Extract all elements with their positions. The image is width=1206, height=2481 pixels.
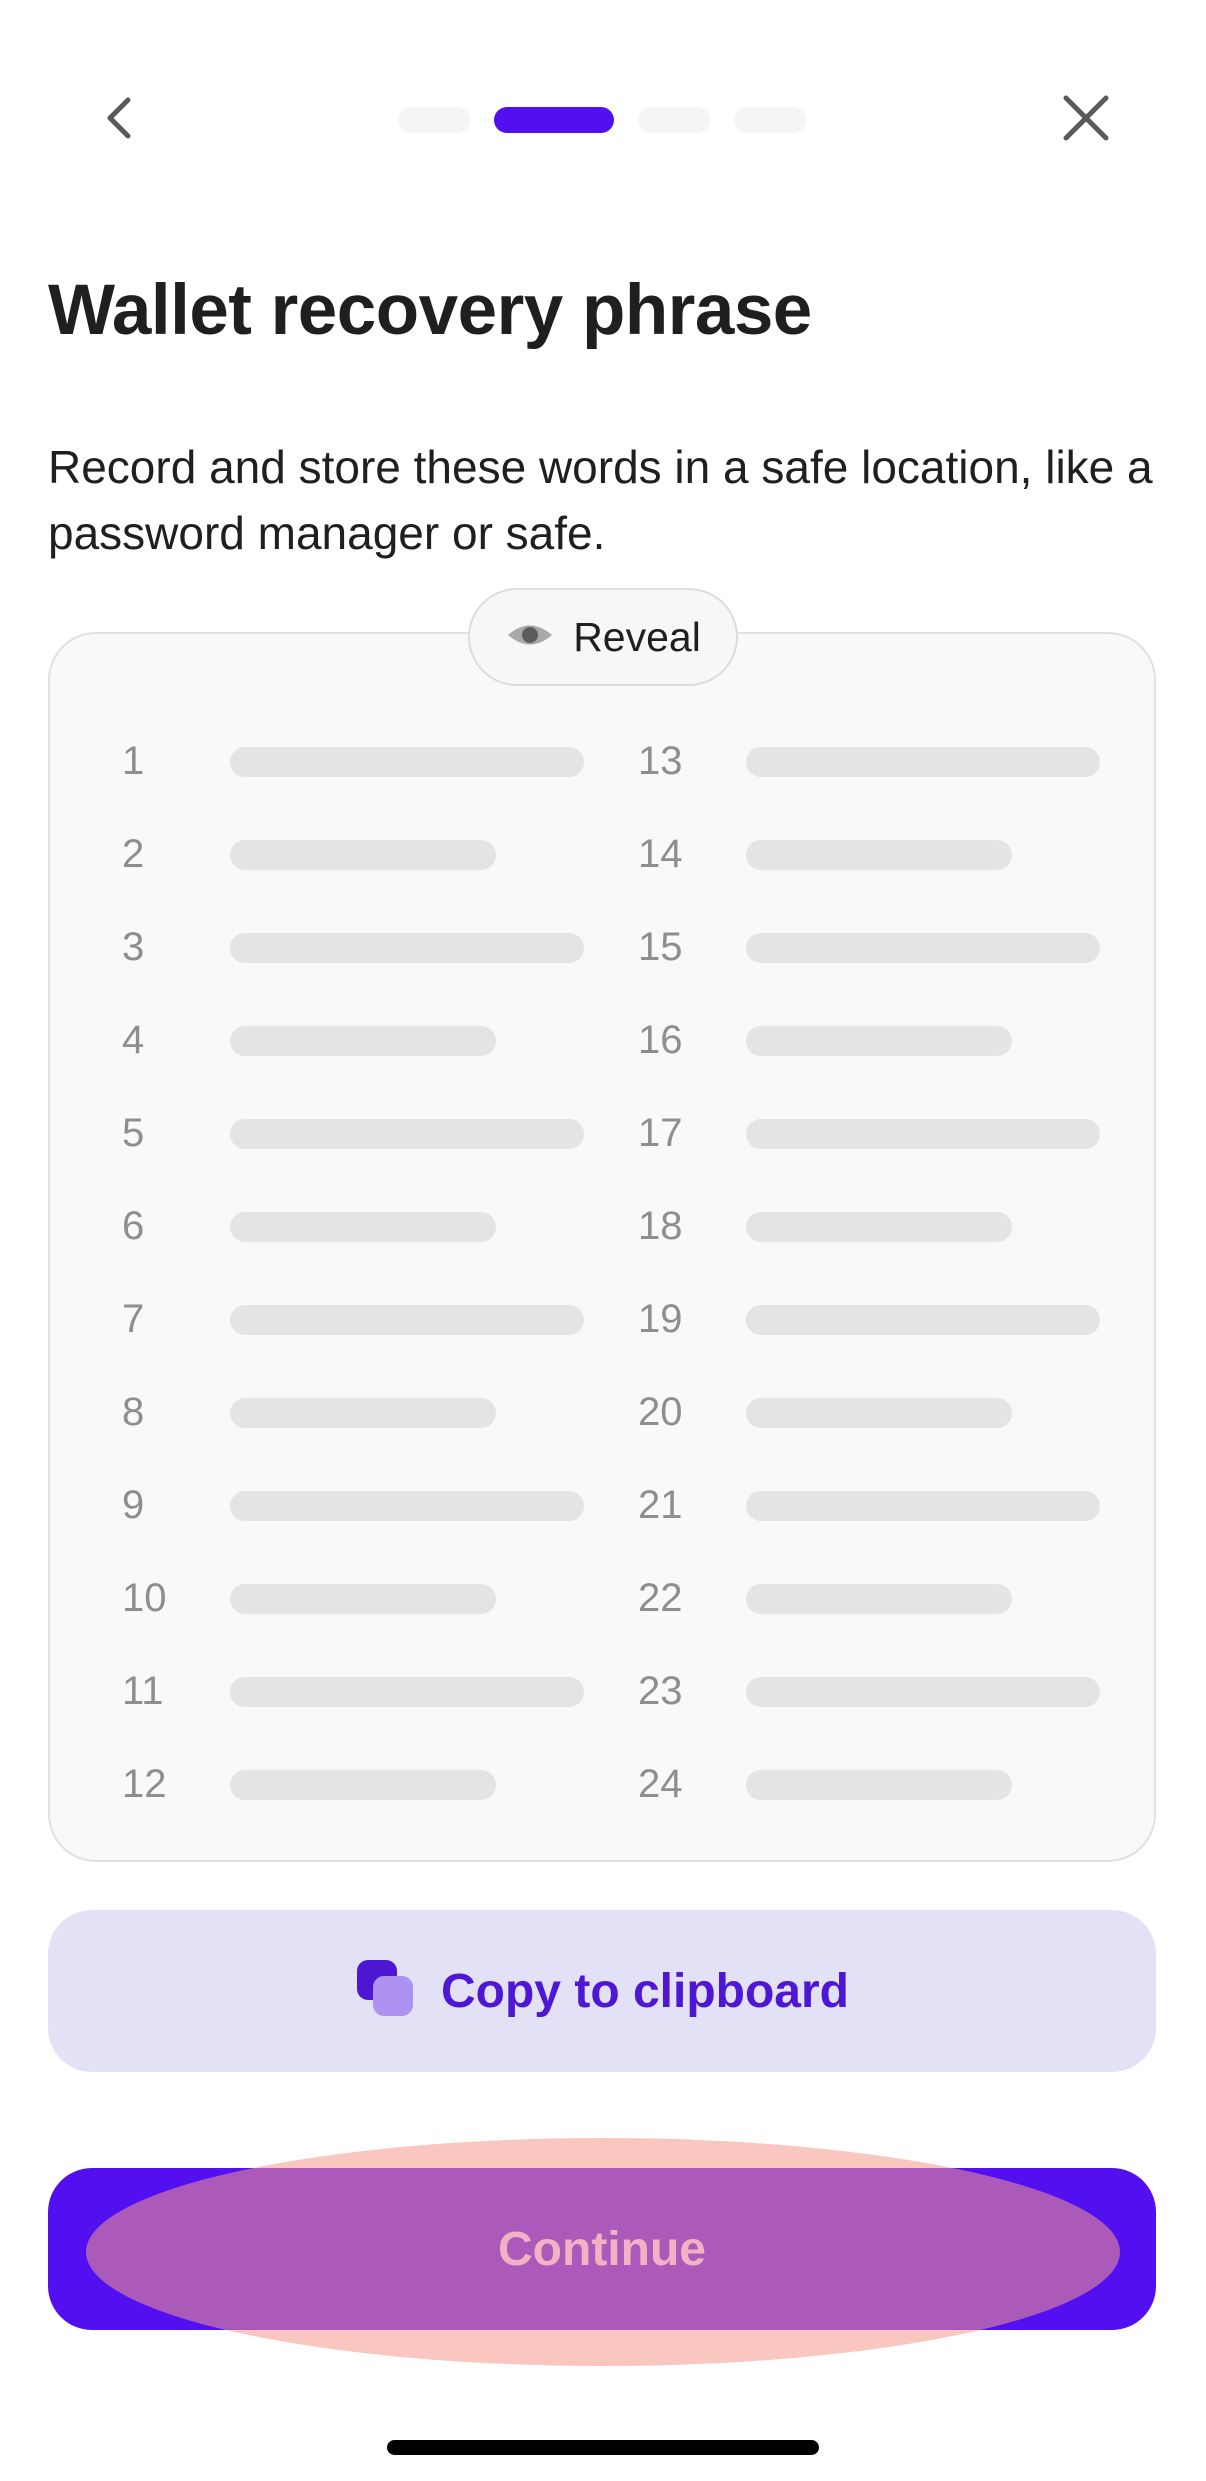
- progress-step: [638, 107, 710, 133]
- masked-word-placeholder: [746, 1398, 1012, 1428]
- copy-to-clipboard-label: Copy to clipboard: [441, 1964, 849, 2018]
- word-number: 8: [122, 1390, 145, 1434]
- masked-word-placeholder: [746, 1770, 1012, 1800]
- word-number: 9: [122, 1483, 145, 1527]
- masked-word-placeholder: [230, 1584, 496, 1614]
- masked-word-placeholder: [230, 1398, 496, 1428]
- recovery-word-row: 19: [638, 1289, 1100, 1349]
- recovery-word-row: 22: [638, 1568, 1098, 1628]
- copy-icon: [355, 1958, 417, 2025]
- word-number: 18: [638, 1204, 683, 1248]
- word-number: 6: [122, 1204, 145, 1248]
- word-number: 2: [122, 832, 145, 876]
- masked-word-placeholder: [230, 1770, 496, 1800]
- masked-word-placeholder: [230, 1212, 496, 1242]
- word-number: 22: [638, 1576, 683, 1620]
- word-number: 1: [122, 739, 145, 783]
- masked-word-placeholder: [746, 840, 1012, 870]
- masked-word-placeholder: [746, 1491, 1100, 1521]
- recovery-word-row: 15: [638, 917, 1100, 977]
- progress-stepper: [0, 107, 1206, 133]
- word-number: 10: [122, 1576, 167, 1620]
- word-number: 11: [122, 1669, 164, 1713]
- masked-word-placeholder: [230, 1026, 496, 1056]
- recovery-word-row: 20: [638, 1382, 1098, 1442]
- page-title: Wallet recovery phrase: [48, 271, 812, 350]
- recovery-word-row: 11: [122, 1661, 584, 1721]
- word-number: 5: [122, 1111, 145, 1155]
- progress-step-active: [494, 107, 614, 133]
- recovery-word-row: 14: [638, 824, 1098, 884]
- word-number: 23: [638, 1669, 683, 1713]
- masked-word-placeholder: [746, 933, 1100, 963]
- recovery-word-row: 17: [638, 1103, 1100, 1163]
- recovery-word-row: 7: [122, 1289, 584, 1349]
- word-number: 3: [122, 925, 145, 969]
- eye-icon: [505, 620, 555, 655]
- masked-word-placeholder: [230, 840, 496, 870]
- word-number: 16: [638, 1018, 683, 1062]
- recovery-word-row: 24: [638, 1754, 1098, 1814]
- reveal-label: Reveal: [573, 613, 701, 660]
- recovery-word-row: 4: [122, 1010, 582, 1070]
- masked-word-placeholder: [746, 1584, 1012, 1614]
- word-number: 19: [638, 1297, 683, 1341]
- masked-word-placeholder: [746, 1677, 1100, 1707]
- recovery-word-row: 12: [122, 1754, 582, 1814]
- recovery-word-row: 3: [122, 917, 584, 977]
- recovery-word-row: 5: [122, 1103, 584, 1163]
- masked-word-placeholder: [230, 1305, 584, 1335]
- progress-step: [734, 107, 806, 133]
- masked-word-placeholder: [230, 1119, 584, 1149]
- recovery-word-row: 2: [122, 824, 582, 884]
- word-number: 20: [638, 1390, 683, 1434]
- close-button[interactable]: [1050, 88, 1122, 152]
- masked-word-placeholder: [230, 747, 584, 777]
- recovery-word-row: 21: [638, 1475, 1100, 1535]
- masked-word-placeholder: [746, 1305, 1100, 1335]
- word-number: 15: [638, 925, 683, 969]
- reveal-button[interactable]: Reveal: [468, 588, 738, 686]
- masked-word-placeholder: [746, 1026, 1012, 1056]
- word-number: 24: [638, 1762, 683, 1806]
- word-number: 14: [638, 832, 683, 876]
- masked-word-placeholder: [746, 1212, 1012, 1242]
- word-number: 12: [122, 1762, 167, 1806]
- recovery-word-row: 10: [122, 1568, 582, 1628]
- word-number: 4: [122, 1018, 145, 1062]
- home-indicator: [387, 2440, 819, 2455]
- masked-word-placeholder: [230, 1677, 584, 1707]
- recovery-word-row: 9: [122, 1475, 584, 1535]
- word-number: 17: [638, 1111, 683, 1155]
- masked-word-placeholder: [230, 933, 584, 963]
- recovery-word-row: 8: [122, 1382, 582, 1442]
- masked-word-placeholder: [746, 1119, 1100, 1149]
- word-number: 7: [122, 1297, 145, 1341]
- recovery-word-row: 23: [638, 1661, 1100, 1721]
- recovery-word-row: 16: [638, 1010, 1098, 1070]
- recovery-word-row: 13: [638, 731, 1100, 791]
- recovery-word-row: 6: [122, 1196, 582, 1256]
- page-description: Record and store these words in a safe l…: [48, 441, 1153, 559]
- word-number: 13: [638, 739, 683, 783]
- progress-step: [398, 107, 470, 133]
- close-icon: [1060, 92, 1112, 149]
- word-number: 21: [638, 1483, 683, 1527]
- masked-word-placeholder: [746, 747, 1100, 777]
- recovery-word-row: 18: [638, 1196, 1098, 1256]
- continue-button[interactable]: [48, 2168, 1156, 2330]
- recovery-word-row: 1: [122, 731, 584, 791]
- copy-to-clipboard-button[interactable]: Copy to clipboard: [48, 1910, 1156, 2072]
- masked-word-placeholder: [230, 1491, 584, 1521]
